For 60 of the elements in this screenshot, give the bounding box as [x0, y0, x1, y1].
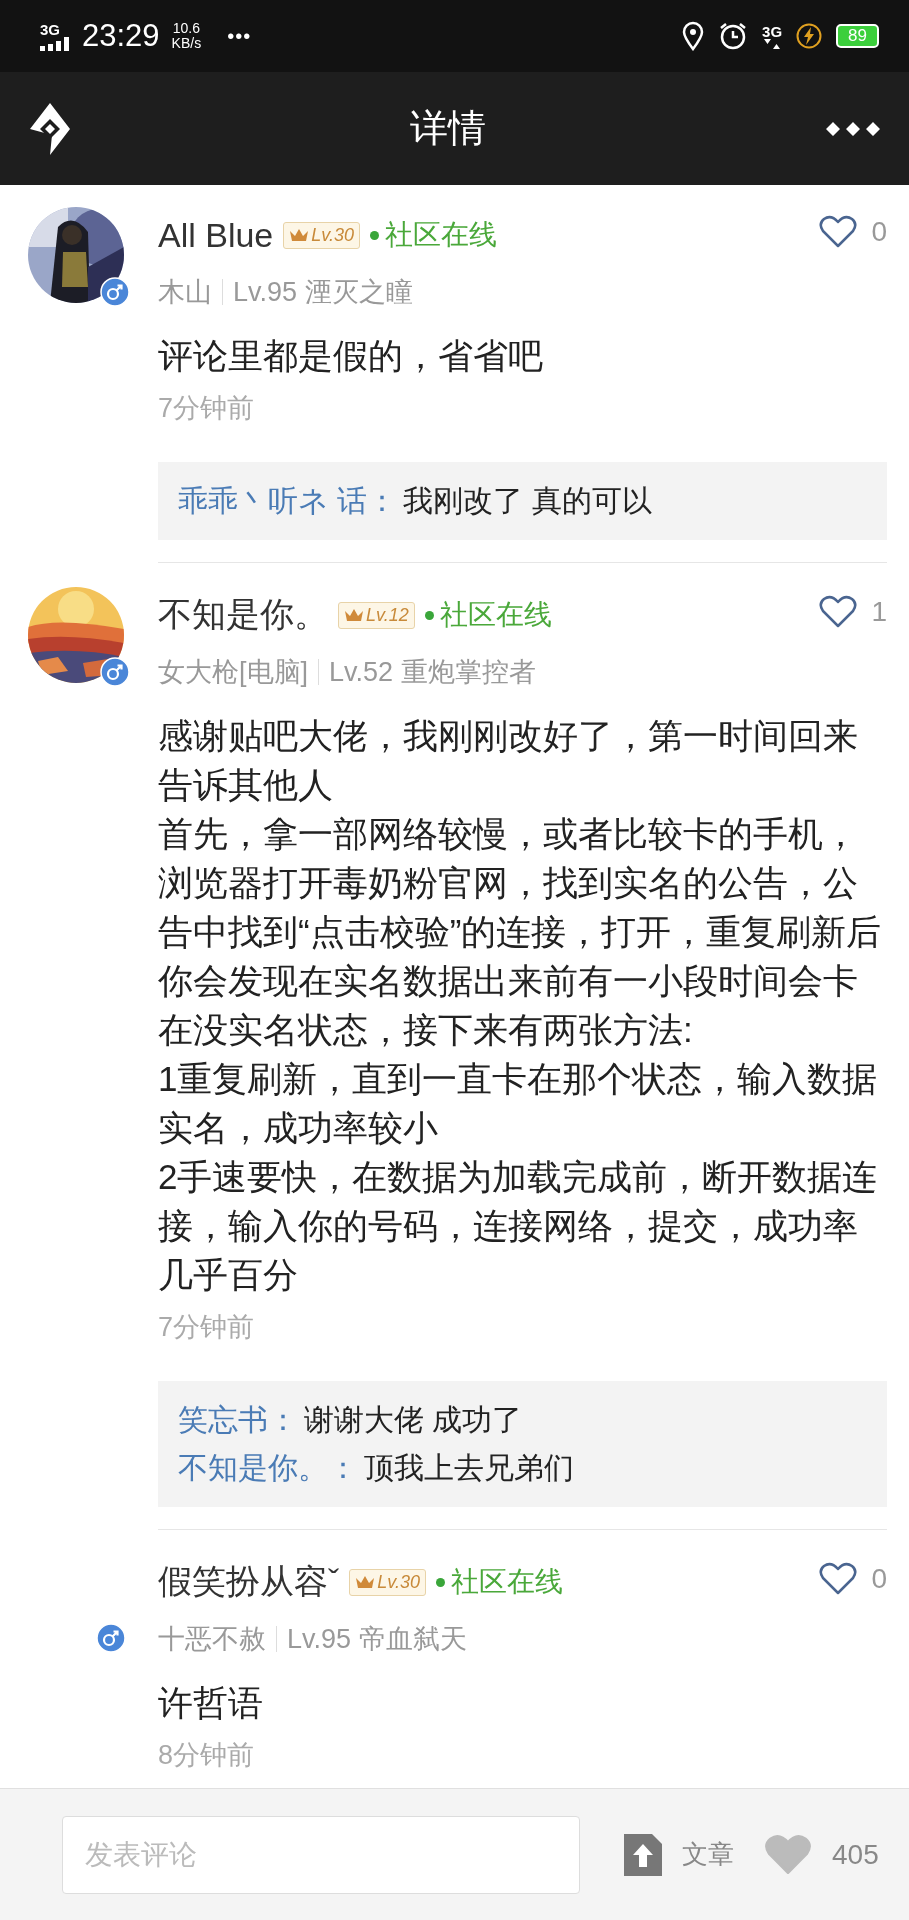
level-badge: Lv.30 [283, 221, 360, 249]
server-name: 十恶不赦 [158, 1623, 266, 1656]
like-count: 405 [832, 1838, 879, 1871]
reply-author[interactable]: 不知是你。： [178, 1447, 358, 1489]
more-notifications: ••• [227, 24, 252, 48]
comment-text: 首先，拿一部网络较慢，或者比较卡的手机，浏览器打开毒奶粉官网，找到实名的公告，公告中找到“点击校验”的连接，打开，重复刷新后你会发现在实名数据出来前有一小段时间会卡在没实名状态，接下来有两张方法: [158, 813, 883, 1051]
heart-icon[interactable] [819, 1562, 858, 1596]
comment-field[interactable]: 发表评论 [62, 1815, 580, 1894]
user-name[interactable]: All Blue [158, 215, 274, 255]
character-info: Lv.95 帝血弑天 [287, 1623, 467, 1656]
user-name[interactable]: 假笑扮从容ˇ [158, 1559, 340, 1605]
reply-text: 谢谢大佬 成功了 [304, 1402, 523, 1438]
data-type: 3G [762, 23, 783, 39]
heart-icon[interactable] [819, 595, 858, 629]
more-icon[interactable] [825, 120, 881, 137]
comment-text: 许哲语 [158, 1682, 264, 1724]
reply-author[interactable]: 乖乖丶听ネ 话： [178, 480, 398, 522]
reply-author[interactable]: 笑忘书： [178, 1399, 298, 1441]
data-arrows-icon [763, 38, 782, 49]
server-name: 木山 [158, 276, 212, 309]
comment-text: 感谢贴吧大佬，我刚刚改好了，第一时间回来告诉其他人 [158, 715, 859, 806]
comment-text: 评论里都是假的，省省吧 [158, 335, 544, 377]
online-dot [424, 610, 434, 620]
logo-icon[interactable] [30, 102, 70, 155]
battery-level: 89 [836, 24, 879, 48]
article-label[interactable]: 文章 [682, 1837, 734, 1872]
character-info: Lv.95 湮灭之瞳 [233, 276, 413, 309]
page-title: 详情 [409, 106, 486, 151]
timestamp: 7分钟前 [158, 392, 256, 425]
signal-icon [40, 36, 70, 51]
level-badge: Lv.12 [338, 601, 415, 629]
online-dot [436, 1577, 446, 1587]
heart-icon[interactable] [819, 215, 858, 249]
comment-text: 1重复刷新，直到一直卡在那个状态，输入数据实名，成功率较小 [158, 1058, 879, 1149]
online-dot [370, 230, 379, 240]
male-icon [100, 277, 130, 307]
timestamp: 7分钟前 [158, 1311, 256, 1344]
network-speed: 10.6 [172, 21, 200, 36]
like-count: 0 [871, 216, 887, 248]
like-count: 1 [871, 596, 887, 628]
upload-icon[interactable] [624, 1833, 662, 1876]
like-count: 0 [871, 1563, 887, 1595]
level-badge: Lv.30 [349, 1568, 427, 1596]
comment-text: 2手速要快，在数据为加载完成前，断开数据连接，输入你的号码，连接网络，提交，成功率几乎百分 [158, 1156, 879, 1296]
user-name[interactable]: 不知是你。 [158, 592, 328, 638]
charging-icon [796, 23, 823, 49]
reply-text: 我刚改了 真的可以 [403, 483, 652, 519]
online-status: 社区在线 [439, 598, 552, 632]
server-name: 女大枪[电脑] [158, 656, 308, 689]
male-icon [100, 657, 130, 687]
speed-unit: KB/s [171, 36, 202, 51]
network-type: 3G [40, 21, 60, 37]
clock: 23:29 [82, 18, 160, 54]
online-status: 社区在线 [385, 218, 497, 252]
location-icon [682, 21, 705, 51]
online-status: 社区在线 [451, 1565, 564, 1599]
reply-text: 顶我上去兄弟们 [364, 1450, 574, 1486]
character-info: Lv.52 重炮掌控者 [329, 656, 536, 689]
male-icon [96, 1623, 126, 1653]
timestamp: 8分钟前 [158, 1739, 256, 1772]
